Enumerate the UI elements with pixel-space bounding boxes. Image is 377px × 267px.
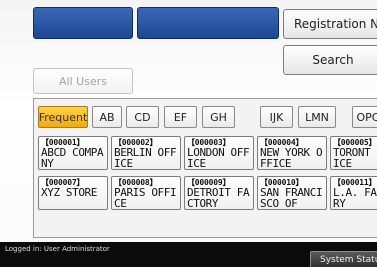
tab-cd[interactable]: CD — [126, 106, 159, 128]
entry-00003[interactable]: 【000003】 LONDON OFF ICE — [184, 136, 254, 170]
entry-name-line2: FFICE — [260, 157, 292, 170]
tab-lmn[interactable]: LMN — [298, 106, 336, 128]
destination-field-1[interactable] — [33, 7, 133, 39]
entry-name-line2: CTORY — [187, 197, 219, 210]
tab-ef[interactable]: EF — [164, 106, 197, 128]
all-users-button[interactable]: All Users — [33, 68, 133, 94]
login-status: Logged in: User Administrator — [5, 245, 110, 253]
entry-name-line2: NY — [41, 157, 54, 170]
entry-00001[interactable]: 【000001】 ABCD COMPA NY — [38, 136, 108, 170]
address-book-screen: Registration No. Search All Users Freque… — [0, 0, 377, 267]
entry-00002[interactable]: 【000002】 BERLIN OFF ICE — [111, 136, 181, 170]
entry-name-line2: ICE — [333, 157, 352, 170]
entry-00008[interactable]: 【000008】 PARIS OFFI CE — [111, 176, 181, 210]
entry-00010[interactable]: 【000010】 SAN FRANCI SCO OF — [257, 176, 327, 210]
tab-frequent[interactable]: Frequent — [38, 106, 88, 128]
status-bar: Logged in: User Administrator System Sta… — [0, 242, 377, 267]
destination-field-2[interactable] — [137, 7, 279, 39]
entry-00007[interactable]: 【000007】 XYZ STORE — [38, 176, 108, 210]
entry-name-line1: XYZ STORE — [41, 186, 98, 199]
entry-name-line2: RY — [333, 197, 346, 210]
entry-00009[interactable]: 【000009】 DETROIT FA CTORY — [184, 176, 254, 210]
entry-name-line2: CE — [114, 197, 127, 210]
search-button[interactable]: Search — [283, 45, 377, 75]
entry-00005[interactable]: 【000005】 TORONT ICE — [330, 136, 377, 170]
entry-name-line2: ICE — [187, 157, 206, 170]
tab-ab[interactable]: AB — [92, 106, 122, 128]
tab-gh[interactable]: GH — [202, 106, 235, 128]
entry-name-line2: SCO OF — [260, 197, 298, 210]
entry-00011[interactable]: 【000011】 L.A. FA RY — [330, 176, 377, 210]
registration-no-button[interactable]: Registration No. — [283, 9, 377, 39]
entry-name-line2: ICE — [114, 157, 133, 170]
system-status-button[interactable]: System Status — [310, 251, 377, 267]
entry-00004[interactable]: 【000004】 NEW YORK O FFICE — [257, 136, 327, 170]
tab-opq[interactable]: OPQ — [352, 106, 377, 128]
tab-ijk[interactable]: IJK — [260, 106, 293, 128]
